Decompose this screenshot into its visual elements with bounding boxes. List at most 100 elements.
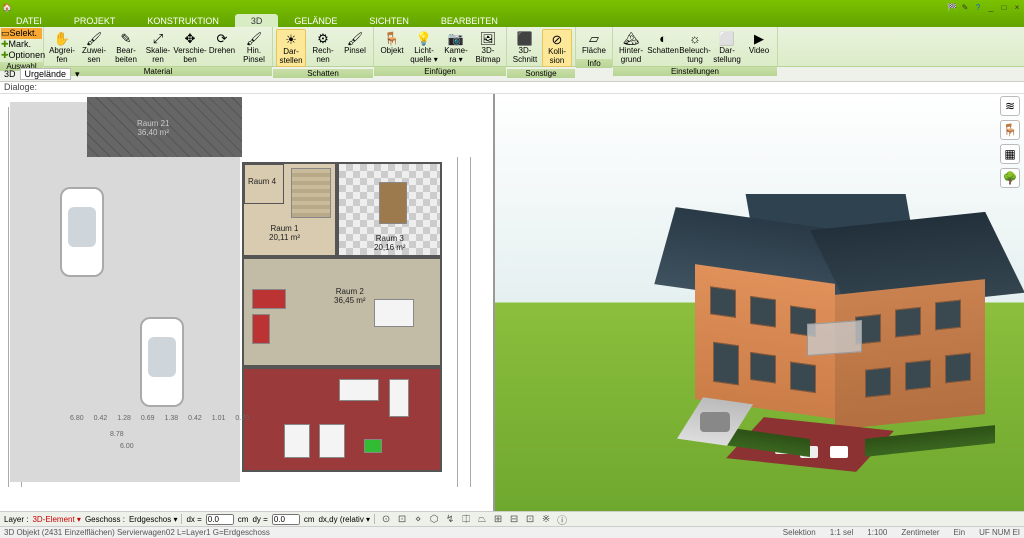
ribbon-dar[interactable]: ⬜Dar-stellung xyxy=(712,29,742,65)
snap-btn-4[interactable]: ↯ xyxy=(443,513,457,526)
coord-mode-select[interactable]: dx,dy (relativ ▾ xyxy=(318,515,370,524)
terrain-dropdown-icon[interactable]: ▾ xyxy=(75,69,80,80)
unit-cm-1: cm xyxy=(238,515,249,524)
ribbon-video[interactable]: ▶Video xyxy=(744,29,774,65)
snap-btn-0[interactable]: ⊙ xyxy=(379,513,393,526)
unit-cm-2: cm xyxy=(304,515,315,524)
tool-texture-icon[interactable]: ▦ xyxy=(1000,144,1020,164)
ribbon-hin[interactable]: 🖌Hin.Pinsel xyxy=(239,29,269,65)
car-3d xyxy=(700,412,730,432)
window-f4 xyxy=(750,352,776,384)
ribbon-flche[interactable]: ▱Fläche xyxy=(579,29,609,57)
lounger-1 xyxy=(284,424,310,458)
ruler-right xyxy=(457,157,471,487)
window-f2 xyxy=(750,296,776,328)
menu-tab-bearbeiten[interactable]: BEARBEITEN xyxy=(425,14,514,27)
room21-label: Raum 2136,40 m² xyxy=(137,119,169,137)
tool-furniture-icon[interactable]: 🪑 xyxy=(1000,120,1020,140)
window-f1 xyxy=(710,286,736,318)
snap-btn-9[interactable]: ⊡ xyxy=(523,513,537,526)
ribbon-kolli[interactable]: ⊘Kolli-sion xyxy=(542,29,572,67)
ribbon-verschie[interactable]: ✥Verschie-ben xyxy=(175,29,205,65)
room-1: Raum 4 Raum 120,11 m² xyxy=(242,162,337,257)
room-3: Raum 320,16 m² xyxy=(337,162,442,257)
group-label: Einstellungen xyxy=(613,67,777,76)
menu-tab-3d[interactable]: 3D xyxy=(235,14,279,27)
tool-tree-icon[interactable]: 🌳 xyxy=(1000,168,1020,188)
close-button[interactable]: × xyxy=(1012,2,1022,12)
layer-select[interactable]: 3D-Element ▾ xyxy=(32,515,80,524)
menu-tab-gelände[interactable]: GELÄNDE xyxy=(278,14,353,27)
floor-select[interactable]: Erdgeschos ▾ xyxy=(129,515,177,524)
snap-btn-5[interactable]: ⎅ xyxy=(459,513,473,526)
house-outline: Raum 4 Raum 120,11 m² Raum 320,16 m² xyxy=(242,162,442,492)
lounger-2 xyxy=(319,424,345,458)
dialog-label: Dialoge: xyxy=(0,82,1024,94)
title-bar: 🏠 🏁 ✎ ? _ □ × xyxy=(0,0,1024,14)
tool-layers-icon[interactable]: ≋ xyxy=(1000,96,1020,116)
ribbon-schatten[interactable]: ◐Schatten xyxy=(648,29,678,65)
options-button[interactable]: ✚Optionen xyxy=(1,50,42,61)
snap-btn-7[interactable]: ⊞ xyxy=(491,513,505,526)
menu-tabs: DATEIPROJEKTKONSTRUKTION3DGELÄNDESICHTEN… xyxy=(0,14,1024,27)
cart-selected[interactable] xyxy=(364,439,382,453)
pencil-icon[interactable]: ✎ xyxy=(960,2,970,12)
ribbon-kame[interactable]: 📷Kame-ra ▾ xyxy=(441,29,471,65)
car-1 xyxy=(60,187,104,277)
status-ratio: 1:100 xyxy=(867,528,887,537)
ribbon-zuwei[interactable]: 🖌Zuwei-sen xyxy=(79,29,109,65)
select-button[interactable]: ▭Selekt. xyxy=(1,28,42,39)
dining-table xyxy=(379,182,407,224)
ribbon-skalie[interactable]: ⤢Skalie-ren xyxy=(143,29,173,65)
snap-btn-1[interactable]: ⊡ xyxy=(395,513,409,526)
snap-btn-2[interactable]: ⋄ xyxy=(411,513,425,526)
window-s2 xyxy=(895,307,921,338)
menu-tab-datei[interactable]: DATEI xyxy=(0,14,58,27)
ribbon-drehen[interactable]: ⟳Drehen xyxy=(207,29,237,65)
car-2 xyxy=(140,317,184,407)
ribbon-beleuch[interactable]: ☼Beleuch-tung xyxy=(680,29,710,65)
minimize-button[interactable]: _ xyxy=(986,2,996,12)
help-icon[interactable]: ? xyxy=(973,2,983,12)
snap-btn-3[interactable]: ⬡ xyxy=(427,513,441,526)
menu-tab-projekt[interactable]: PROJEKT xyxy=(58,14,132,27)
dx-input[interactable] xyxy=(206,514,234,525)
status-bar: 3D Objekt (2431 Einzelflächen) Servierwa… xyxy=(0,526,1024,538)
snap-btn-8[interactable]: ⊟ xyxy=(507,513,521,526)
snap-btn-6[interactable]: ⏢ xyxy=(475,513,489,526)
sofa-red-1 xyxy=(252,289,286,309)
patio-sofa-2 xyxy=(389,379,409,417)
dim-878: 8.78 xyxy=(110,431,124,438)
ribbon-hinter[interactable]: 🏔Hinter-grund xyxy=(616,29,646,65)
ribbon-d[interactable]: ⬛3D-Schnitt xyxy=(510,29,540,67)
status-selection: Selektion xyxy=(783,528,816,537)
dy-input[interactable] xyxy=(272,514,300,525)
ribbon-rech[interactable]: ⚙Rech-nen xyxy=(308,29,338,67)
ribbon-licht[interactable]: 💡Licht-quelle ▾ xyxy=(409,29,439,65)
flag-icon[interactable]: 🏁 xyxy=(947,2,957,12)
ribbon-d[interactable]: 🖼3D-Bitmap xyxy=(473,29,503,65)
dx-label: dx = xyxy=(186,515,201,524)
ribbon-abgrei[interactable]: ✋Abgrei-fen xyxy=(47,29,77,65)
snap-btn-10[interactable]: ※ xyxy=(539,513,553,526)
ribbon-objekt[interactable]: 🪑Objekt xyxy=(377,29,407,65)
ribbon-dar[interactable]: ☀Dar-stellen xyxy=(276,29,306,67)
status-object: 3D Objekt (2431 Einzelflächen) Servierwa… xyxy=(4,528,270,537)
terrain-select[interactable]: Urgelände xyxy=(20,68,72,80)
menu-tab-sichten[interactable]: SICHTEN xyxy=(353,14,425,27)
door-f1 xyxy=(713,342,739,386)
room1-label: Raum 120,11 m² xyxy=(269,224,300,242)
snap-btn-11[interactable]: ⓘ xyxy=(555,513,569,526)
view-2d[interactable]: Raum 2136,40 m² Raum 4 Raum 120,11 m² xyxy=(0,94,495,511)
group-label: Sonstige xyxy=(507,69,575,78)
ribbon-bear[interactable]: ✎Bear-beiten xyxy=(111,29,141,65)
view-3d[interactable]: ≋ 🪑 ▦ 🌳 xyxy=(495,94,1024,511)
ribbon-pinsel[interactable]: 🖌Pinsel xyxy=(340,29,370,67)
window-s4 xyxy=(865,367,891,398)
stairs xyxy=(291,168,331,218)
maximize-button[interactable]: □ xyxy=(999,2,1009,12)
layer-label: Layer : xyxy=(4,515,28,524)
wall-side xyxy=(835,279,985,430)
mark-button[interactable]: ✚Mark. xyxy=(1,39,42,50)
menu-tab-konstruktion[interactable]: KONSTRUKTION xyxy=(131,14,235,27)
